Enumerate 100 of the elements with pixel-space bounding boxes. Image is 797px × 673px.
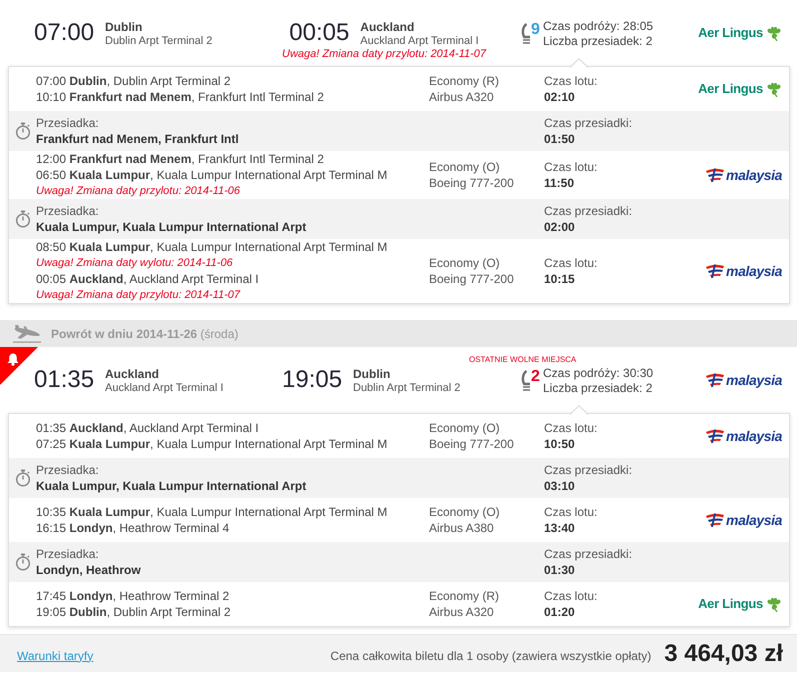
flight-time-label: Czas lotu:: [544, 588, 598, 604]
flight-time-label: Czas lotu:: [544, 255, 598, 271]
aircraft-type: Boeing 777-200: [429, 436, 514, 452]
kite-icon: [705, 512, 726, 528]
layover-time-label: Czas przesiadki:: [544, 115, 632, 131]
arrival-airport: Dublin Arpt Terminal 2: [353, 381, 460, 395]
total-price-label: Cena całkowita biletu dla 1 osoby (zawiera wszystkie opłaty): [330, 648, 652, 664]
layover-time: 02:00: [544, 219, 575, 235]
flight-stop-line: 17:45 Londyn, Heathrow Terminal 2: [36, 588, 230, 604]
flight-stop-line: 01:35 Auckland, Auckland Arpt Terminal I: [36, 420, 259, 436]
flight-stop-line: 06:50 Kuala Lumpur, Kuala Lumpur International Arpt Terminal M: [36, 167, 388, 183]
arrival-city: Dublin: [353, 367, 390, 381]
flight-time: 10:15: [544, 271, 575, 287]
shamrock-icon: [766, 596, 782, 612]
stop-count: Liczba przesiadek: 2: [543, 381, 652, 396]
airline-logo-text: malaysia: [726, 263, 782, 279]
cabin-class: Economy (R): [429, 588, 500, 604]
flight-time: 10:50: [544, 436, 575, 452]
layover-place: Londyn, Heathrow: [36, 562, 141, 578]
departure-time: 07:00: [34, 18, 96, 48]
airline-logo-text: Aer Lingus: [698, 25, 763, 41]
flight-stop-line: 10:35 Kuala Lumpur, Kuala Lumpur International Arpt Terminal M: [36, 504, 388, 520]
aircraft-type: Boeing 777-200: [429, 175, 514, 191]
date-change-warning: Uwaga! Zmiana daty wylotu: 2014-11-06: [36, 256, 233, 271]
date-change-warning: Uwaga! Zmiana daty przylotu: 2014-11-06: [36, 184, 240, 199]
flight-stop-line: 08:50 Kuala Lumpur, Kuala Lumpur International Arpt Terminal M: [36, 239, 388, 255]
flight-time-label: Czas lotu:: [544, 159, 598, 175]
aircraft-type: Airbus A380: [429, 520, 494, 536]
flight-stop-line: 07:25 Kuala Lumpur, Kuala Lumpur International Arpt Terminal M: [36, 436, 388, 452]
layover-label: Przesiadka:: [36, 115, 99, 131]
arrival-time: 19:05: [282, 365, 344, 395]
airline-logo-text: malaysia: [726, 428, 782, 444]
shamrock-icon: [766, 26, 782, 40]
flight-time: 13:40: [544, 520, 575, 536]
arrival-city: Auckland: [360, 20, 414, 34]
kite-icon: [705, 167, 726, 183]
cabin-class: Economy (O): [429, 504, 500, 520]
stopwatch-icon: [14, 210, 30, 228]
layover-label: Przesiadka:: [36, 462, 99, 478]
fare-rules-link[interactable]: Warunki taryfy: [17, 648, 94, 664]
layover-label: Przesiadka:: [36, 203, 99, 219]
flight-time-label: Czas lotu:: [544, 73, 598, 89]
layover-label: Przesiadka:: [36, 546, 99, 562]
travel-time: Czas podróży: 30:30: [543, 366, 654, 381]
departure-airport: Dublin Arpt Terminal 2: [105, 34, 212, 48]
travel-time: Czas podróży: 28:05: [543, 19, 654, 34]
seat-icon: [520, 369, 530, 391]
arrival-airport: Auckland Arpt Terminal I: [360, 34, 479, 48]
airline-logo-text: malaysia: [726, 167, 782, 183]
seat-icon: [520, 22, 530, 44]
flight-stop-line: 19:05 Dublin, Dublin Arpt Terminal 2: [36, 604, 231, 620]
airline-logo-text: Aer Lingus: [698, 596, 763, 612]
date-change-warning: Uwaga! Zmiana daty przylotu: 2014-11-07: [36, 288, 240, 303]
stopwatch-icon: [14, 122, 30, 140]
departure-city: Dublin: [105, 20, 142, 34]
departure-time: 01:35: [34, 365, 96, 395]
aircraft-type: Airbus A320: [429, 89, 494, 105]
flight-time-label: Czas lotu:: [544, 420, 598, 436]
layover-time: 03:10: [544, 478, 575, 494]
airline-logo-text: malaysia: [726, 512, 782, 528]
layover-time: 01:30: [544, 562, 575, 578]
flight-time-label: Czas lotu:: [544, 504, 598, 520]
stop-count: Liczba przesiadek: 2: [543, 34, 652, 49]
departure-city: Auckland: [105, 367, 160, 381]
aircraft-type: Airbus A320: [429, 604, 494, 620]
cabin-class: Economy (O): [429, 255, 500, 271]
cabin-class: Economy (R): [429, 73, 500, 89]
layover-place: Kuala Lumpur, Kuala Lumpur International Arpt: [36, 478, 306, 494]
stopwatch-icon: [14, 553, 30, 571]
flight-time: 11:50: [544, 175, 574, 191]
layover-time-label: Czas przesiadki:: [544, 546, 632, 562]
cabin-class: Economy (O): [429, 159, 500, 175]
stopwatch-icon: [14, 469, 30, 487]
airline-logo-text: Aer Lingus: [698, 81, 763, 97]
layover-place: Kuala Lumpur, Kuala Lumpur International Arpt: [36, 219, 306, 235]
flight-time: 01:20: [544, 604, 575, 620]
flight-stop-line: 10:10 Frankfurt nad Menem, Frankfurt Intl Terminal 2: [36, 89, 324, 105]
arrival-time: 00:05: [289, 18, 350, 48]
landing-plane-icon: [12, 324, 42, 342]
bell-icon: [7, 353, 19, 366]
kite-icon: [705, 263, 726, 279]
flight-stop-line: 12:00 Frankfurt nad Menem, Frankfurt Intl Terminal 2: [36, 151, 324, 167]
last-seats-notice: OSTATNIE WOLNE MIEJSCA: [469, 355, 576, 365]
cabin-class: Economy (O): [429, 420, 500, 436]
layover-place: Frankfurt nad Menem, Frankfurt Intl: [36, 131, 239, 147]
departure-airport: Auckland Arpt Terminal I: [105, 381, 224, 395]
layover-time-label: Czas przesiadki:: [544, 462, 632, 478]
flight-stop-line: 00:05 Auckland, Auckland Arpt Terminal I: [36, 271, 259, 287]
seats-left-count: 2: [531, 369, 540, 385]
shamrock-icon: [766, 82, 782, 96]
total-price: 3 464,03 zł: [664, 640, 783, 668]
aircraft-type: Boeing 777-200: [429, 271, 514, 287]
flight-time: 02:10: [544, 89, 575, 105]
airline-logo-text: malaysia: [726, 372, 782, 388]
seats-left-count: 9: [531, 22, 540, 38]
flight-stop-line: 07:00 Dublin, Dublin Arpt Terminal 2: [36, 73, 231, 89]
layover-time-label: Czas przesiadki:: [544, 203, 632, 219]
layover-time: 01:50: [544, 131, 575, 147]
kite-icon: [705, 372, 726, 388]
kite-icon: [705, 428, 726, 444]
